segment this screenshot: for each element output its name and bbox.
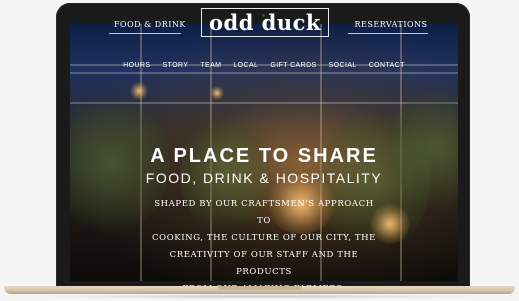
nav-underline [348, 33, 428, 34]
logo-text: odd duck [209, 10, 321, 35]
logo[interactable]: odd duck [201, 8, 329, 37]
laptop-shadow [30, 294, 490, 299]
nav-contact-link[interactable]: CONTACT [363, 60, 411, 72]
nav-gift-cards-link[interactable]: GIFT CARDS [264, 60, 322, 72]
lamp-glow [210, 86, 224, 100]
pergola-slat [70, 72, 458, 74]
hero-body-line: SHAPED BY OUR CRAFTSMEN'S APPROACH TO [154, 199, 374, 226]
hero-body-line: CREATIVITY OF OUR STAFF AND THE PRODUCTS [169, 250, 359, 277]
hero-body-line: COOKING, THE CULTURE OF OUR CITY, THE [152, 233, 376, 243]
hero-body: SHAPED BY OUR CRAFTSMEN'S APPROACH TO CO… [150, 196, 378, 298]
nav-team-link[interactable]: TEAM [194, 60, 227, 72]
lamp-glow [130, 82, 148, 100]
hero-subtitle: FOOD, DRINK & HOSPITALITY [145, 170, 383, 186]
laptop-notch [218, 286, 302, 290]
nav-hours-link[interactable]: HOURS [117, 60, 156, 72]
nav-reservations-link[interactable]: RESERVATIONS [352, 20, 430, 29]
nav-story-link[interactable]: STORY [156, 60, 194, 72]
hero-title: A PLACE TO SHARE [150, 145, 378, 167]
main-nav: HOURS STORY TEAM LOCAL GIFT CARDS SOCIAL… [70, 60, 458, 72]
nav-social-link[interactable]: SOCIAL [323, 60, 363, 72]
nav-food-drink-link[interactable]: FOOD & DRINK [114, 20, 185, 29]
nav-underline [109, 33, 181, 34]
nav-local-link[interactable]: LOCAL [227, 60, 264, 72]
